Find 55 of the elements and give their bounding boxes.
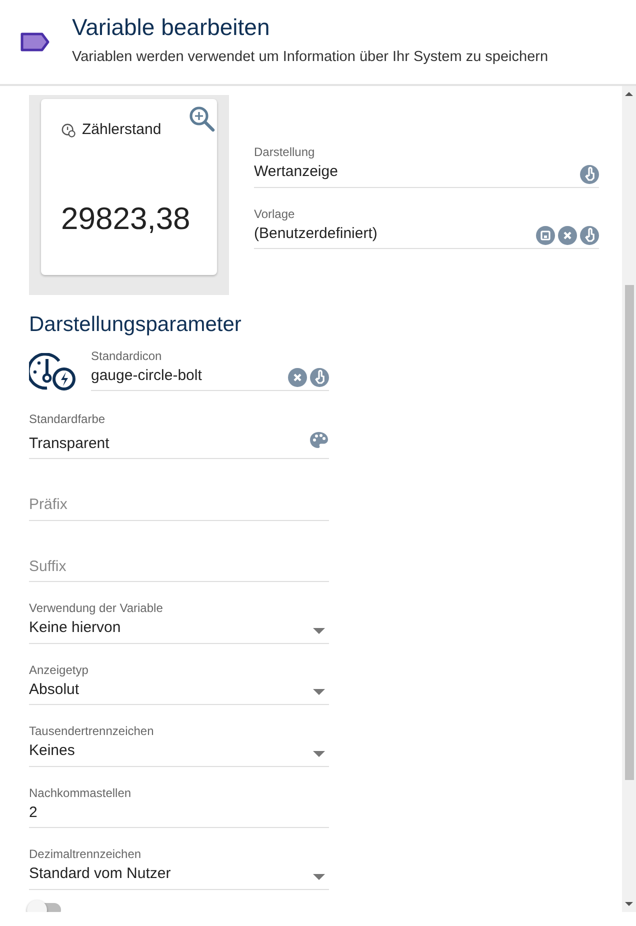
field-value: Keines xyxy=(29,741,76,761)
clear-button[interactable] xyxy=(558,226,577,245)
save-button[interactable] xyxy=(536,226,555,245)
zoom-in-icon xyxy=(188,105,216,133)
field-placeholder: Präfix xyxy=(29,495,68,515)
field-value: gauge-circle-bolt xyxy=(91,366,203,386)
scroll-down-icon[interactable] xyxy=(625,902,633,906)
field-value: Keine hiervon xyxy=(29,618,122,638)
dropdown-field[interactable]: Keines xyxy=(29,740,329,766)
field-placeholder: Suffix xyxy=(29,556,68,576)
field-value: (Benutzerdefiniert) xyxy=(254,224,378,244)
caret-icon xyxy=(313,628,325,634)
field-label: Vorlage xyxy=(254,206,296,222)
clear-button[interactable] xyxy=(288,368,307,387)
field-value: Transparent xyxy=(29,434,110,454)
zoom-button[interactable] xyxy=(188,105,216,133)
scroll-up-icon[interactable] xyxy=(625,92,633,96)
field-value: Standard vom Nutzer xyxy=(29,864,172,884)
dropdown-field[interactable]: Absolut xyxy=(29,678,329,705)
dropdown-field[interactable]: Standard vom Nutzer xyxy=(29,863,329,890)
scrollbar-thumb[interactable] xyxy=(624,285,634,780)
dropdown-field[interactable]: Keine hiervon xyxy=(29,617,329,644)
input-field[interactable]: Transparent xyxy=(29,428,329,459)
field-label: Darstellung xyxy=(254,144,316,161)
select-button[interactable] xyxy=(580,164,599,184)
select-button[interactable] xyxy=(310,368,329,387)
caret-icon xyxy=(313,750,325,756)
field-value: 2 xyxy=(29,802,38,822)
field-value: Absolut xyxy=(29,680,80,700)
field-label: Dezimaltrennzeichen xyxy=(29,846,142,863)
palette-icon xyxy=(309,430,329,449)
dialog-title: Variable bearbeiten xyxy=(72,15,271,41)
field-label: Standardfarbe xyxy=(29,411,106,428)
field-label: Tausendertrennzeichen xyxy=(29,723,155,740)
gauge-bolt-icon xyxy=(29,353,77,391)
tile-value: 29823,38 xyxy=(61,200,192,238)
field-label: Verwendung der Variable xyxy=(29,600,164,617)
gauge-icon xyxy=(61,122,76,138)
tile-label: Zählerstand xyxy=(82,120,162,140)
section-heading: Darstellungsparameter xyxy=(29,312,242,338)
input-field[interactable]: (Benutzerdefiniert) xyxy=(254,222,599,249)
field-label: Standardicon xyxy=(91,348,163,364)
input-field[interactable]: 2 xyxy=(29,802,329,828)
input-field[interactable]: Präfix xyxy=(29,494,329,520)
input-field[interactable]: Wertanzeige xyxy=(254,161,599,188)
caret-icon xyxy=(313,874,325,880)
field-label: Nachkommastellen xyxy=(29,784,132,802)
select-button[interactable] xyxy=(580,226,599,245)
input-field[interactable]: Suffix xyxy=(29,556,329,582)
dialog-subtitle: Variablen werden verwendet um Information über Ihr System zu speichern xyxy=(72,48,548,67)
field-value: Wertanzeige xyxy=(254,162,339,182)
caret-icon xyxy=(313,689,325,695)
field-label: Anzeigetyp xyxy=(29,662,90,678)
tag-icon xyxy=(20,31,50,53)
input-field[interactable]: gauge-circle-bolt xyxy=(91,364,329,391)
